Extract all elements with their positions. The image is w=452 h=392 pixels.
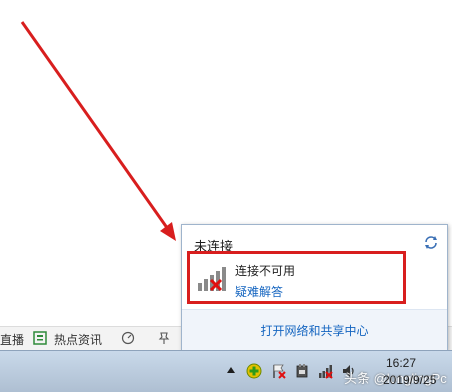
show-hidden-icons-icon[interactable]: [226, 366, 236, 374]
clock-time[interactable]: 16:27: [386, 356, 416, 370]
pin-icon[interactable]: [157, 331, 171, 345]
popup-footer: 打开网络和共享中心: [182, 309, 447, 350]
clock-date[interactable]: 2019/9/25: [383, 373, 436, 387]
security-shield-icon[interactable]: [246, 363, 262, 379]
refresh-icon[interactable]: [423, 234, 439, 250]
signal-bars-disconnected-icon: [198, 267, 226, 292]
live-tab[interactable]: 直播: [0, 331, 24, 348]
usb-device-icon[interactable]: [294, 363, 310, 379]
connection-status-text: 连接不可用: [235, 264, 296, 278]
taskbar: 头条 @longlingPc 16:27 2019/9/25: [0, 350, 452, 392]
news-icon: [33, 331, 47, 345]
connection-highlight-box: 连接不可用 疑难解答: [187, 251, 406, 304]
network-popup: 未连接 连接不可用 疑难解答 打开网络和共享中心: [181, 224, 448, 351]
troubleshoot-link[interactable]: 疑难解答: [235, 283, 283, 300]
action-center-flag-icon[interactable]: [271, 363, 287, 379]
speed-icon[interactable]: [121, 331, 135, 345]
network-center-link[interactable]: 打开网络和共享中心: [182, 322, 447, 339]
network-disconnected-tray-icon[interactable]: [318, 363, 334, 379]
hot-news-tab[interactable]: 热点资讯: [54, 331, 102, 348]
